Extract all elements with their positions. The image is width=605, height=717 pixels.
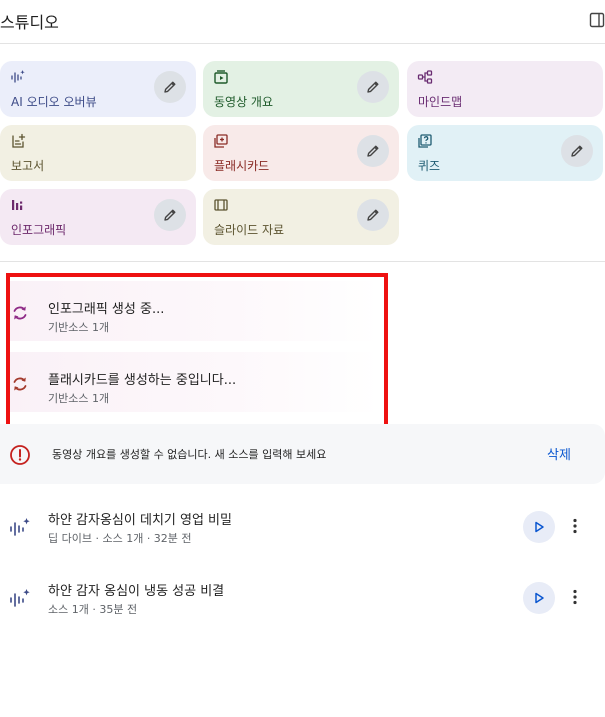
pencil-icon	[164, 209, 176, 221]
video-icon	[214, 70, 228, 84]
more-options-button[interactable]	[567, 513, 583, 539]
play-button[interactable]	[523, 582, 555, 614]
more-vert-icon	[573, 518, 577, 534]
play-icon	[535, 592, 544, 604]
tile-label: 퀴즈	[418, 159, 441, 173]
edit-button[interactable]	[357, 135, 389, 167]
delete-button[interactable]: 삭제	[547, 444, 571, 463]
audio-item-subtitle: 소스 1개 · 35분 전	[48, 603, 138, 616]
pencil-icon	[164, 81, 176, 93]
flashcard-icon	[214, 134, 228, 148]
tile-label: 보고서	[11, 159, 45, 173]
tile-audio-overview[interactable]: AI 오디오 오버뷰	[0, 61, 196, 117]
audio-overview-item[interactable]: 하얀 감자옹심이 데치기 영업 비밀 딥 다이브 · 소스 1개 · 32분 전	[0, 502, 605, 558]
tile-video-overview[interactable]: 동영상 개요	[203, 61, 399, 117]
tile-quiz[interactable]: 퀴즈	[407, 125, 603, 181]
play-button[interactable]	[523, 511, 555, 543]
audio-waveform-icon	[10, 589, 30, 607]
mindmap-icon	[417, 70, 433, 84]
audio-item-title: 하얀 감자옹심이 데치기 영업 비밀	[48, 513, 232, 528]
pencil-icon	[571, 145, 583, 157]
tile-label: 마인드맵	[418, 95, 463, 109]
audio-item-title: 하얀 감자 옹심이 냉동 성공 비결	[48, 584, 225, 599]
audio-waveform-icon	[11, 70, 25, 83]
error-circle-icon	[10, 445, 30, 465]
slides-icon	[214, 199, 228, 211]
panel-toggle-icon[interactable]	[589, 12, 605, 28]
tile-label: 플래시카드	[214, 159, 270, 173]
edit-button[interactable]	[357, 199, 389, 231]
tile-flashcards[interactable]: 플래시카드	[203, 125, 399, 181]
edit-button[interactable]	[561, 135, 593, 167]
error-message: 동영상 개요를 생성할 수 없습니다. 새 소스를 입력해 보세요	[52, 448, 327, 461]
pencil-icon	[367, 81, 379, 93]
studio-header: 스튜디오	[0, 0, 605, 44]
more-vert-icon	[573, 589, 577, 605]
tile-label: 슬라이드 자료	[214, 223, 285, 237]
pencil-icon	[367, 209, 379, 221]
edit-button[interactable]	[357, 71, 389, 103]
tile-slides[interactable]: 슬라이드 자료	[203, 189, 399, 245]
tile-mindmap[interactable]: 마인드맵	[407, 61, 603, 117]
page-title: 스튜디오	[0, 13, 59, 32]
more-options-button[interactable]	[567, 584, 583, 610]
pencil-icon	[367, 145, 379, 157]
audio-overview-item[interactable]: 하얀 감자 옹심이 냉동 성공 비결 소스 1개 · 35분 전	[0, 573, 605, 629]
audio-waveform-icon	[10, 518, 30, 536]
tile-label: 인포그래픽	[11, 223, 67, 237]
section-divider	[0, 261, 605, 262]
tile-report[interactable]: 보고서	[0, 125, 196, 181]
edit-button[interactable]	[154, 71, 186, 103]
tile-label: 동영상 개요	[214, 95, 274, 109]
tile-infographic[interactable]: 인포그래픽	[0, 189, 196, 245]
tile-label: AI 오디오 오버뷰	[11, 95, 97, 109]
error-banner: 동영상 개요를 생성할 수 없습니다. 새 소스를 입력해 보세요 삭제	[0, 424, 605, 484]
play-icon	[535, 521, 544, 533]
audio-item-subtitle: 딥 다이브 · 소스 1개 · 32분 전	[48, 532, 192, 545]
quiz-icon	[418, 134, 432, 148]
infographic-icon	[12, 200, 23, 210]
edit-button[interactable]	[154, 199, 186, 231]
highlight-box	[6, 273, 388, 429]
report-icon	[12, 133, 26, 148]
